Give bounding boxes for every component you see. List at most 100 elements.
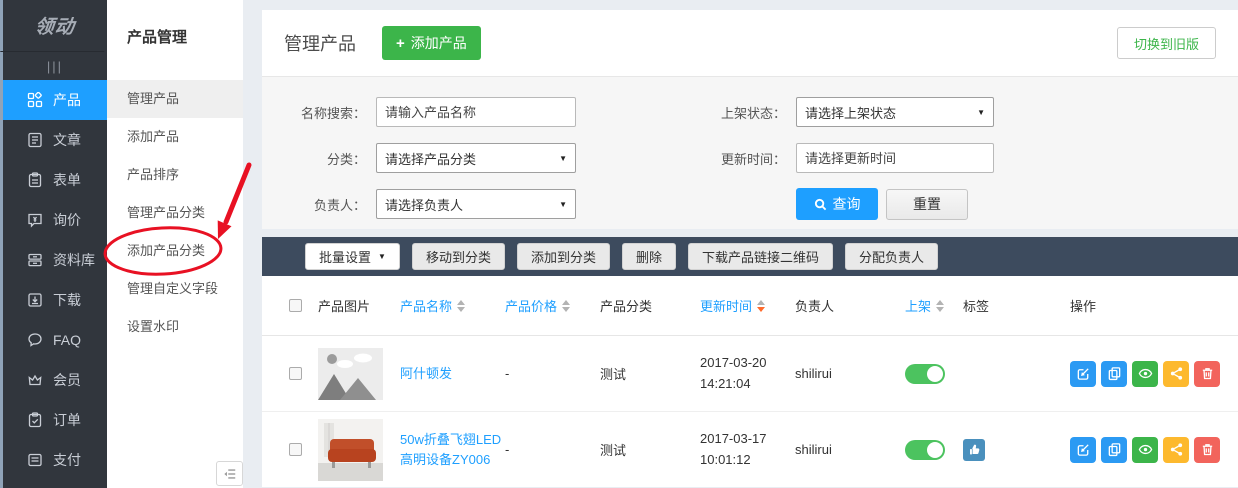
copy-pages-icon	[1107, 366, 1122, 381]
app-logo: 领动	[0, 0, 109, 52]
shelf-status-select[interactable]: 请选择上架状态 ▼	[796, 97, 994, 127]
edit-pencil-icon	[1076, 366, 1091, 381]
col-tags: 标签	[963, 296, 1070, 315]
product-price: -	[505, 442, 600, 457]
copy-pages-icon	[1107, 442, 1122, 457]
article-icon	[27, 132, 43, 148]
preview-button[interactable]	[1132, 361, 1158, 387]
indent-collapse-icon	[223, 467, 237, 481]
select-caret-icon: ▼	[977, 108, 985, 117]
product-name-link[interactable]: 阿什顿发	[400, 366, 452, 381]
products-table-card: 批量设置 ▼ 移动到分类 添加到分类 删除 下载产品链接二维码 分配负责人 产品…	[262, 237, 1238, 487]
sort-carets-icon	[757, 300, 765, 312]
sidebar-item-orders[interactable]: 订单	[3, 400, 107, 440]
product-category: 测试	[600, 440, 700, 459]
eye-icon	[1138, 442, 1153, 457]
download-icon	[27, 292, 43, 308]
submenu-item-watermark[interactable]: 设置水印	[107, 308, 243, 346]
form-icon	[27, 172, 43, 188]
col-update-time-sort[interactable]: 更新时间	[700, 296, 795, 315]
delete-button[interactable]: 删除	[622, 243, 676, 270]
on-shelf-toggle[interactable]	[905, 440, 945, 460]
payment-icon	[27, 452, 43, 468]
col-on-shelf-sort[interactable]: 上架	[905, 296, 963, 315]
shelf-status-label: 上架状态：	[576, 103, 786, 122]
update-time: 2017-03-17 10:01:12	[700, 429, 782, 471]
sidebar-item-inquiry[interactable]: 询价	[3, 200, 107, 240]
submenu-item-custom-fields[interactable]: 管理自定义字段	[107, 270, 243, 308]
submenu-item-sort-products[interactable]: 产品排序	[107, 156, 243, 194]
owner-select[interactable]: 请选择负责人 ▼	[376, 189, 576, 219]
download-qrcode-button[interactable]: 下载产品链接二维码	[688, 243, 833, 270]
sidebar-item-articles[interactable]: 文章	[3, 120, 107, 160]
delete-row-button[interactable]	[1194, 437, 1220, 463]
add-product-button[interactable]: + 添加产品	[382, 26, 481, 60]
row-checkbox[interactable]	[289, 443, 302, 456]
name-search-input[interactable]	[376, 97, 576, 127]
sidebar-item-downloads[interactable]: 下载	[3, 280, 107, 320]
sort-carets-icon	[562, 300, 570, 312]
table-header-row: 产品图片 产品名称 产品价格 产品分类 更新时间 负责人 上架 标签 操作	[262, 276, 1238, 336]
search-button[interactable]: 查询	[796, 188, 878, 220]
title-bar: 管理产品 + 添加产品 切换到旧版	[262, 10, 1238, 76]
submenu-collapse-button[interactable]	[216, 461, 243, 486]
products-grid-icon	[27, 92, 43, 108]
share-button[interactable]	[1163, 437, 1189, 463]
preview-button[interactable]	[1132, 437, 1158, 463]
col-product-name-sort[interactable]: 产品名称	[400, 296, 505, 315]
submenu-title: 产品管理	[107, 0, 243, 80]
manage-products-card: 管理产品 + 添加产品 切换到旧版 名称搜索： 上架状态： 请选择上架状态 ▼ …	[262, 10, 1238, 229]
faq-bubble-icon	[27, 332, 43, 348]
sidebar-item-payment[interactable]: 支付	[3, 440, 107, 480]
submenu-item-add-product[interactable]: 添加产品	[107, 118, 243, 156]
order-icon	[27, 412, 43, 428]
name-search-label: 名称搜索：	[286, 103, 366, 122]
select-caret-icon: ▼	[559, 154, 567, 163]
sidebar-collapse-toggle[interactable]: |||	[3, 52, 107, 80]
submenu-item-manage-categories[interactable]: 管理产品分类	[107, 194, 243, 232]
batch-toolbar: 批量设置 ▼ 移动到分类 添加到分类 删除 下载产品链接二维码 分配负责人	[262, 237, 1238, 276]
copy-button[interactable]	[1101, 437, 1127, 463]
member-crown-icon	[27, 372, 43, 388]
product-thumbnail-sofa[interactable]	[318, 419, 383, 481]
sidebar-item-forms[interactable]: 表单	[3, 160, 107, 200]
product-category: 测试	[600, 364, 700, 383]
sidebar-item-members[interactable]: 会员	[3, 360, 107, 400]
on-shelf-toggle[interactable]	[905, 364, 945, 384]
col-product-price-sort[interactable]: 产品价格	[505, 296, 600, 315]
copy-button[interactable]	[1101, 361, 1127, 387]
sidebar-item-faq[interactable]: FAQ	[3, 320, 107, 360]
eye-icon	[1138, 366, 1153, 381]
share-button[interactable]	[1163, 361, 1189, 387]
category-label: 分类：	[286, 149, 366, 168]
share-icon	[1169, 442, 1184, 457]
category-select[interactable]: 请选择产品分类 ▼	[376, 143, 576, 173]
switch-to-old-version-button[interactable]: 切换到旧版	[1117, 27, 1216, 59]
batch-settings-dropdown[interactable]: 批量设置 ▼	[305, 243, 400, 270]
table-row: 50w折叠飞翅LED高明设备ZY006 - 测试 2017-03-17 10:0…	[262, 412, 1238, 487]
sort-carets-icon	[457, 300, 465, 312]
move-to-category-button[interactable]: 移动到分类	[412, 243, 505, 270]
sidebar-item-products[interactable]: 产品	[3, 80, 107, 120]
edit-button[interactable]	[1070, 361, 1096, 387]
owner-label: 负责人：	[286, 195, 366, 214]
reset-button[interactable]: 重置	[886, 189, 968, 220]
product-thumbnail-placeholder[interactable]	[318, 348, 383, 400]
product-name-link[interactable]: 50w折叠飞翅LED高明设备ZY006	[400, 432, 501, 467]
plus-icon: +	[396, 35, 405, 52]
magnifier-icon	[814, 198, 827, 211]
select-all-checkbox[interactable]	[289, 299, 302, 312]
update-time-input[interactable]	[796, 143, 994, 173]
assign-owner-button[interactable]: 分配负责人	[845, 243, 938, 270]
select-caret-icon: ▼	[559, 200, 567, 209]
row-checkbox[interactable]	[289, 367, 302, 380]
add-to-category-button[interactable]: 添加到分类	[517, 243, 610, 270]
dropdown-caret-icon: ▼	[378, 252, 386, 261]
submenu-item-add-category[interactable]: 添加产品分类	[107, 232, 243, 270]
library-icon	[27, 252, 43, 268]
delete-row-button[interactable]	[1194, 361, 1220, 387]
filter-panel: 名称搜索： 上架状态： 请选择上架状态 ▼ 分类： 请选择产品分类 ▼ 更新时间…	[262, 76, 1238, 229]
sidebar-item-library[interactable]: 资料库	[3, 240, 107, 280]
edit-button[interactable]	[1070, 437, 1096, 463]
submenu-item-manage-products[interactable]: 管理产品	[107, 80, 243, 118]
